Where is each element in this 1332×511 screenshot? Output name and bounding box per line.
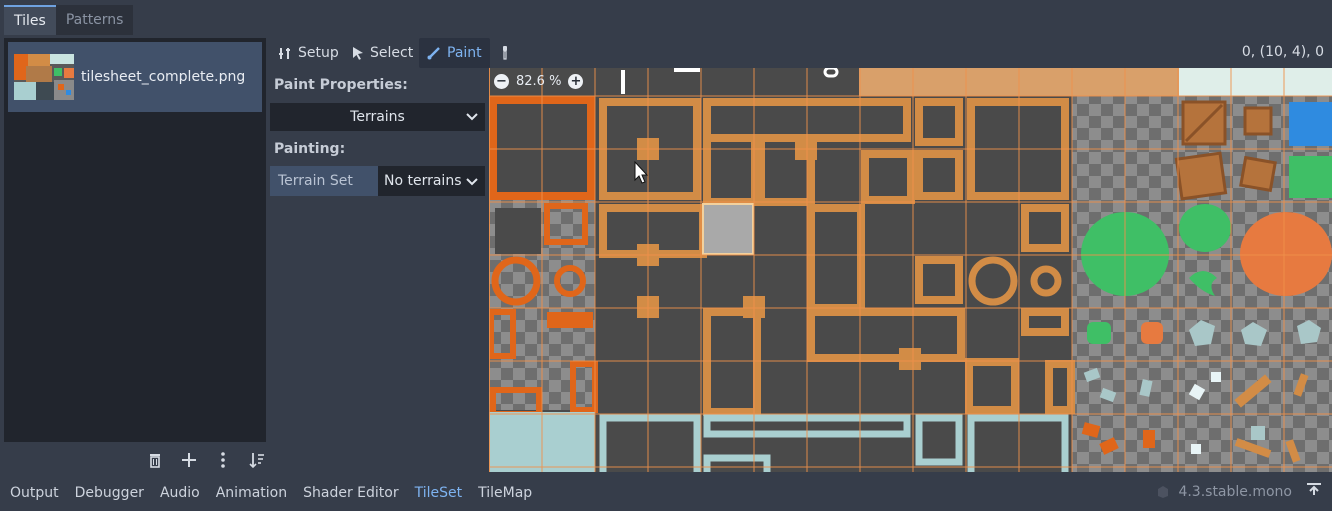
tileset-editor: Tiles Patterns tilesheet_complete.png Se… [0,0,1332,511]
eyedropper-icon [503,46,507,60]
sort-icon[interactable] [247,449,267,471]
more-options-icon[interactable] [213,449,233,471]
tab-debugger[interactable]: Debugger [75,485,144,501]
tab-audio[interactable]: Audio [160,485,200,501]
tile-atlas-view[interactable] [489,68,1332,472]
tab-tiles[interactable]: Tiles [4,5,56,35]
zoom-level[interactable]: 82.6 % [516,74,561,89]
zoom-widget: − 82.6 % + [494,74,584,89]
tile-coordinates: 0, (10, 4), 0 [1241,44,1324,60]
tilesheet-thumbnail [14,54,74,100]
source-tabs: Tiles Patterns [4,5,134,35]
chevron-down-icon [466,113,478,121]
tile-source-list: tilesheet_complete.png [4,38,266,442]
add-icon[interactable] [179,449,199,471]
select-button[interactable]: Select [344,38,421,68]
picker-button[interactable] [492,38,518,68]
terrain-set-label: Terrain Set [270,166,378,196]
brush-icon [427,47,440,60]
zoom-out-icon[interactable]: − [494,74,509,89]
tilesheet-name: tilesheet_complete.png [81,69,246,85]
godot-icon [1158,486,1169,498]
cursor-icon [353,47,363,60]
setup-button[interactable]: Setup [270,38,347,68]
paint-property-value: Terrains [350,109,405,125]
tab-tilemap[interactable]: TileMap [478,485,532,501]
pin-panel-icon[interactable] [1306,482,1322,500]
version-info[interactable]: 4.3.stable.mono [1156,484,1292,500]
paint-property-select[interactable]: Terrains [270,103,485,131]
tab-animation[interactable]: Animation [216,485,287,501]
paint-properties-title: Paint Properties: [274,77,408,93]
delete-icon[interactable] [145,449,165,471]
paint-button[interactable]: Paint [419,38,490,68]
select-label: Select [370,45,414,61]
tab-tileset[interactable]: TileSet [415,485,463,501]
tab-output[interactable]: Output [10,485,59,501]
version-label: 4.3.stable.mono [1178,484,1292,500]
list-item-tilesheet[interactable]: tilesheet_complete.png [8,42,262,112]
zoom-in-icon[interactable]: + [568,74,584,89]
setup-label: Setup [298,45,339,61]
wrench-icon [279,48,290,59]
source-list-toolbar [145,449,267,471]
bottom-panel-tabs: Output Debugger Audio Animation Shader E… [0,474,1332,511]
terrain-set-value: No terrains [384,173,462,189]
chevron-down-icon [466,178,478,186]
tab-shader-editor[interactable]: Shader Editor [303,485,398,501]
tab-patterns[interactable]: Patterns [55,5,134,35]
painting-title: Painting: [274,141,346,157]
terrain-set-select[interactable]: No terrains [378,166,485,196]
paint-label: Paint [447,45,482,61]
